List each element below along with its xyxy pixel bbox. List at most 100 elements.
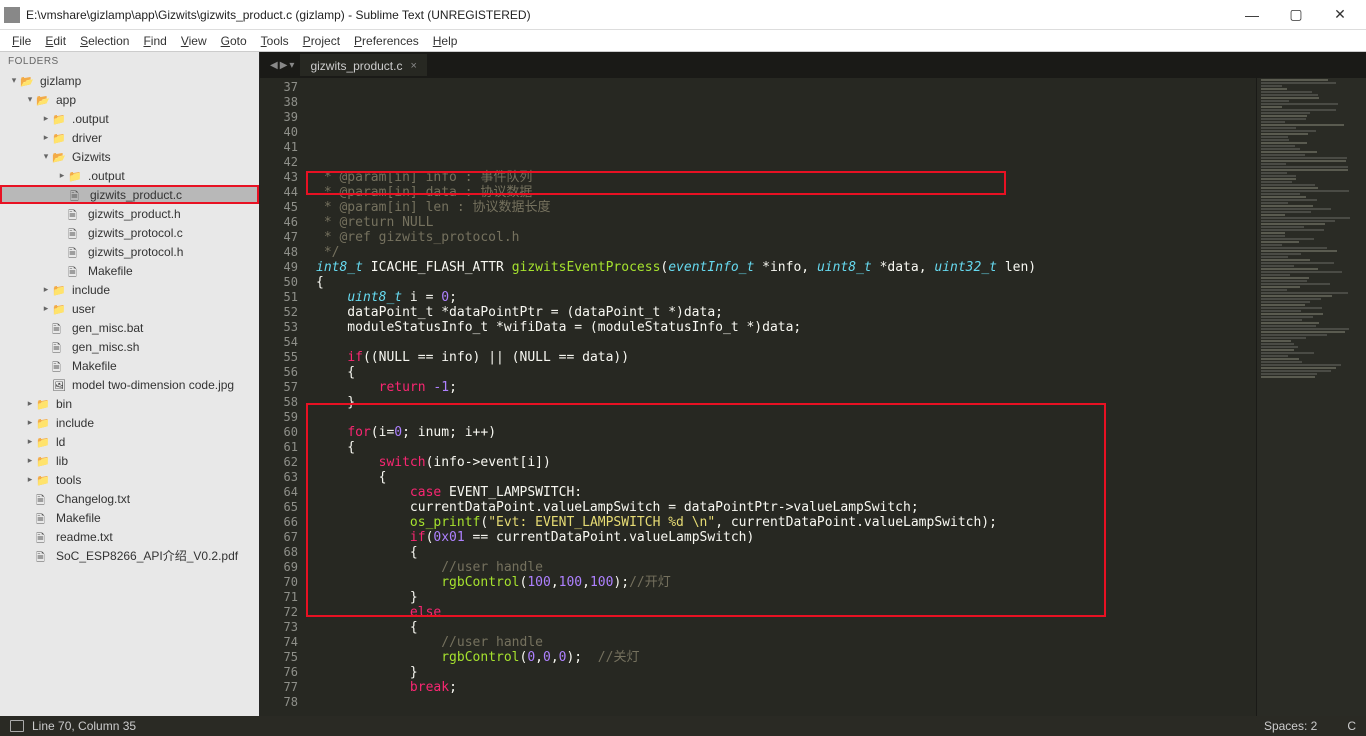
status-spaces[interactable]: Spaces: 2 — [1264, 719, 1317, 733]
tree-item[interactable]: model two-dimension code.jpg — [0, 375, 259, 394]
code-line[interactable] — [316, 155, 1256, 170]
code-line[interactable]: rgbControl(0,0,0); //关灯 — [316, 650, 1256, 665]
code-line[interactable]: if(0x01 == currentDataPoint.valueLampSwi… — [316, 530, 1256, 545]
minimap[interactable] — [1256, 78, 1366, 716]
code-line[interactable]: } — [316, 395, 1256, 410]
code-line[interactable] — [316, 410, 1256, 425]
tree-item[interactable]: ▸tools — [0, 470, 259, 489]
code-line[interactable]: uint8_t i = 0; — [316, 290, 1256, 305]
tree-item[interactable]: ▸bin — [0, 394, 259, 413]
code-line[interactable]: * @param[in] data : 协议数据 — [316, 185, 1256, 200]
code-line[interactable]: for(i=0; inum; i++) — [316, 425, 1256, 440]
tab-next-icon[interactable]: ▶ — [280, 60, 288, 71]
code-line[interactable] — [316, 695, 1256, 710]
code-line[interactable]: int8_t ICACHE_FLASH_ATTR gizwitsEventPro… — [316, 260, 1256, 275]
tree-item[interactable]: gen_misc.bat — [0, 318, 259, 337]
code-line[interactable]: */ — [316, 245, 1256, 260]
code-line[interactable]: os_printf("Evt: EVENT_LAMPSWITCH %d \n",… — [316, 515, 1256, 530]
code-line[interactable]: { — [316, 545, 1256, 560]
tree-item[interactable]: ▾app — [0, 90, 259, 109]
code-line[interactable]: rgbControl(100,100,100);//开灯 — [316, 575, 1256, 590]
code-line[interactable]: if((NULL == info) || (NULL == data)) — [316, 350, 1256, 365]
tree-item[interactable]: readme.txt — [0, 527, 259, 546]
tree-item[interactable]: Makefile — [0, 508, 259, 527]
tree-label: readme.txt — [56, 530, 113, 544]
minimize-button[interactable]: — — [1230, 1, 1274, 29]
status-lang[interactable]: C — [1347, 719, 1356, 733]
line-number: 57 — [260, 380, 298, 395]
tab-gizwits-product[interactable]: gizwits_product.c × — [300, 54, 426, 76]
tree-item[interactable]: ▾Gizwits — [0, 147, 259, 166]
tree-item[interactable]: ▾gizlamp — [0, 71, 259, 90]
tab-close-icon[interactable]: × — [410, 60, 416, 72]
tree-item[interactable]: Makefile — [0, 261, 259, 280]
tree-item[interactable]: ▸include — [0, 413, 259, 432]
code-line[interactable]: } — [316, 590, 1256, 605]
file-icon — [36, 492, 52, 506]
code-area[interactable]: 3738394041424344454647484950515253545556… — [260, 78, 1366, 716]
file-icon — [70, 188, 86, 202]
code-line[interactable]: { — [316, 275, 1256, 290]
tree-label: gizlamp — [40, 74, 81, 88]
status-position[interactable]: Line 70, Column 35 — [32, 719, 136, 733]
code-line[interactable]: * @return NULL — [316, 215, 1256, 230]
tree-item[interactable]: Changelog.txt — [0, 489, 259, 508]
file-icon — [68, 264, 84, 278]
tree-item[interactable]: gen_misc.sh — [0, 337, 259, 356]
code-line[interactable]: case EVENT_LAMPSWITCH: — [316, 485, 1256, 500]
tab-prev-icon[interactable]: ◀ — [270, 60, 278, 71]
tree-item[interactable]: ▸ld — [0, 432, 259, 451]
tree-item[interactable]: SoC_ESP8266_API介绍_V0.2.pdf — [0, 546, 259, 565]
tree-item[interactable]: Makefile — [0, 356, 259, 375]
code-line[interactable] — [316, 710, 1256, 716]
code-line[interactable]: } — [316, 665, 1256, 680]
menu-project[interactable]: Project — [297, 32, 346, 50]
panel-icon[interactable] — [10, 720, 24, 732]
menu-find[interactable]: Find — [137, 32, 172, 50]
folder-tree[interactable]: ▾gizlamp▾app▸.output▸driver▾Gizwits▸.out… — [0, 71, 259, 565]
line-number: 77 — [260, 680, 298, 695]
code-line[interactable]: return -1; — [316, 380, 1256, 395]
tree-item[interactable]: gizwits_protocol.h — [0, 242, 259, 261]
code-line[interactable]: //user handle — [316, 635, 1256, 650]
code-line[interactable]: currentDataPoint.valueLampSwitch = dataP… — [316, 500, 1256, 515]
code-line[interactable]: * @param[in] info : 事件队列 — [316, 170, 1256, 185]
code-line[interactable]: { — [316, 620, 1256, 635]
menu-selection[interactable]: Selection — [74, 32, 135, 50]
tree-item[interactable]: ▸.output — [0, 109, 259, 128]
code-line[interactable]: { — [316, 470, 1256, 485]
tree-item[interactable]: ▸driver — [0, 128, 259, 147]
tree-item[interactable]: ▸user — [0, 299, 259, 318]
tab-menu-icon[interactable]: ▾ — [289, 60, 294, 71]
menu-preferences[interactable]: Preferences — [348, 32, 425, 50]
menu-help[interactable]: Help — [427, 32, 464, 50]
menu-view[interactable]: View — [175, 32, 213, 50]
code-line[interactable]: break; — [316, 680, 1256, 695]
menu-tools[interactable]: Tools — [255, 32, 295, 50]
code-line[interactable]: { — [316, 440, 1256, 455]
sidebar[interactable]: FOLDERS ▾gizlamp▾app▸.output▸driver▾Gizw… — [0, 52, 260, 716]
code-line[interactable]: moduleStatusInfo_t *wifiData = (moduleSt… — [316, 320, 1256, 335]
code-line[interactable]: { — [316, 365, 1256, 380]
code-line[interactable]: dataPoint_t *dataPointPtr = (dataPoint_t… — [316, 305, 1256, 320]
maximize-button[interactable]: ▢ — [1274, 1, 1318, 29]
code-line[interactable]: switch(info->event[i]) — [316, 455, 1256, 470]
code-line[interactable]: * @param[in] len : 协议数据长度 — [316, 200, 1256, 215]
tree-item[interactable]: gizwits_product.h — [0, 204, 259, 223]
tree-item[interactable]: ▸include — [0, 280, 259, 299]
code-line[interactable]: * @ref gizwits_protocol.h — [316, 230, 1256, 245]
menu-goto[interactable]: Goto — [215, 32, 253, 50]
code-line[interactable]: //user handle — [316, 560, 1256, 575]
tree-item[interactable]: ▸lib — [0, 451, 259, 470]
code-content[interactable]: * @param[in] info : 事件队列 * @param[in] da… — [308, 78, 1256, 716]
menu-file[interactable]: File — [6, 32, 37, 50]
tree-item[interactable]: ▸.output — [0, 166, 259, 185]
tree-item[interactable]: gizwits_protocol.c — [0, 223, 259, 242]
code-line[interactable] — [316, 335, 1256, 350]
close-button[interactable]: ✕ — [1318, 1, 1362, 29]
tree-label: Changelog.txt — [56, 492, 130, 506]
code-line[interactable]: else — [316, 605, 1256, 620]
folder-open — [36, 93, 52, 107]
menu-edit[interactable]: Edit — [39, 32, 72, 50]
tree-item[interactable]: gizwits_product.c — [0, 185, 259, 204]
